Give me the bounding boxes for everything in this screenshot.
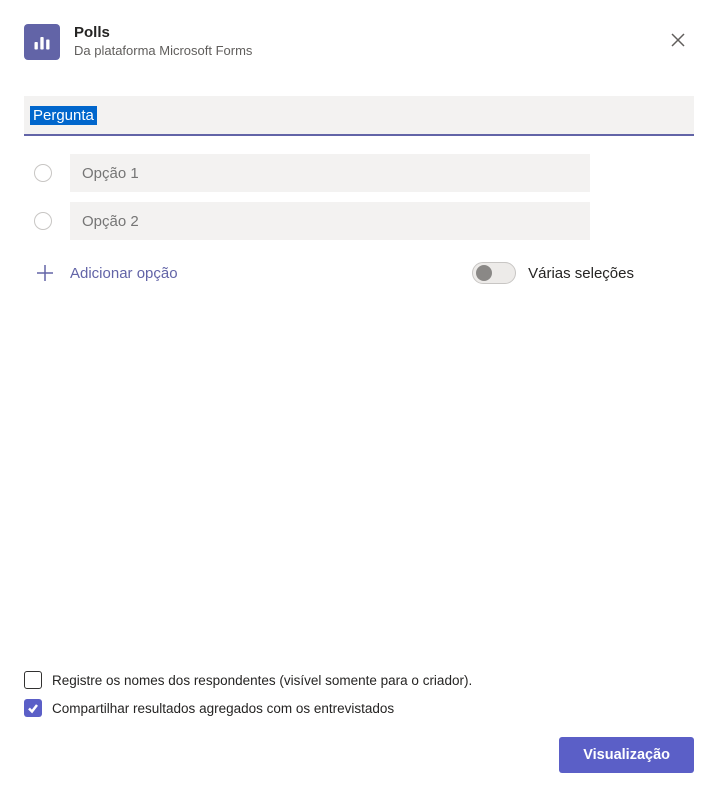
options-list [24, 154, 694, 250]
record-names-label: Registre os nomes dos respondentes (visí… [52, 673, 472, 688]
dialog-footer: Registre os nomes dos respondentes (visí… [0, 671, 718, 797]
bar-chart-icon [32, 32, 52, 52]
dialog-header: Polls Da plataforma Microsoft Forms [0, 0, 718, 72]
dialog-content: Pergunta Adicionar opção Várias seleções [0, 72, 718, 671]
header-text-block: Polls Da plataforma Microsoft Forms [74, 24, 662, 60]
add-option-label: Adicionar opção [70, 265, 178, 282]
controls-row: Adicionar opção Várias seleções [24, 262, 694, 284]
option-input-2[interactable] [70, 202, 590, 240]
option-row [24, 202, 694, 240]
share-results-checkbox[interactable] [24, 699, 42, 717]
multi-select-control: Várias seleções [472, 262, 634, 284]
app-subtitle: Da plataforma Microsoft Forms [74, 42, 662, 60]
question-input[interactable]: Pergunta [24, 96, 694, 136]
record-names-row: Registre os nomes dos respondentes (visí… [24, 671, 694, 689]
share-results-label: Compartilhar resultados agregados com os… [52, 701, 394, 716]
footer-buttons: Visualização [24, 737, 694, 773]
close-button[interactable] [662, 24, 694, 56]
app-title: Polls [74, 24, 662, 42]
checkmark-icon [27, 702, 39, 714]
option-input-1[interactable] [70, 154, 590, 192]
multi-select-label: Várias seleções [528, 265, 634, 282]
radio-icon [34, 212, 52, 230]
close-icon [670, 32, 686, 48]
plus-icon [36, 264, 54, 282]
record-names-checkbox[interactable] [24, 671, 42, 689]
add-option-button[interactable]: Adicionar opção [24, 264, 178, 282]
share-results-row: Compartilhar resultados agregados com os… [24, 699, 694, 717]
toggle-knob [476, 265, 492, 281]
question-selected-text: Pergunta [30, 106, 97, 125]
polls-app-icon [24, 24, 60, 60]
radio-icon [34, 164, 52, 182]
option-row [24, 154, 694, 192]
multi-select-toggle[interactable] [472, 262, 516, 284]
preview-button[interactable]: Visualização [559, 737, 694, 773]
